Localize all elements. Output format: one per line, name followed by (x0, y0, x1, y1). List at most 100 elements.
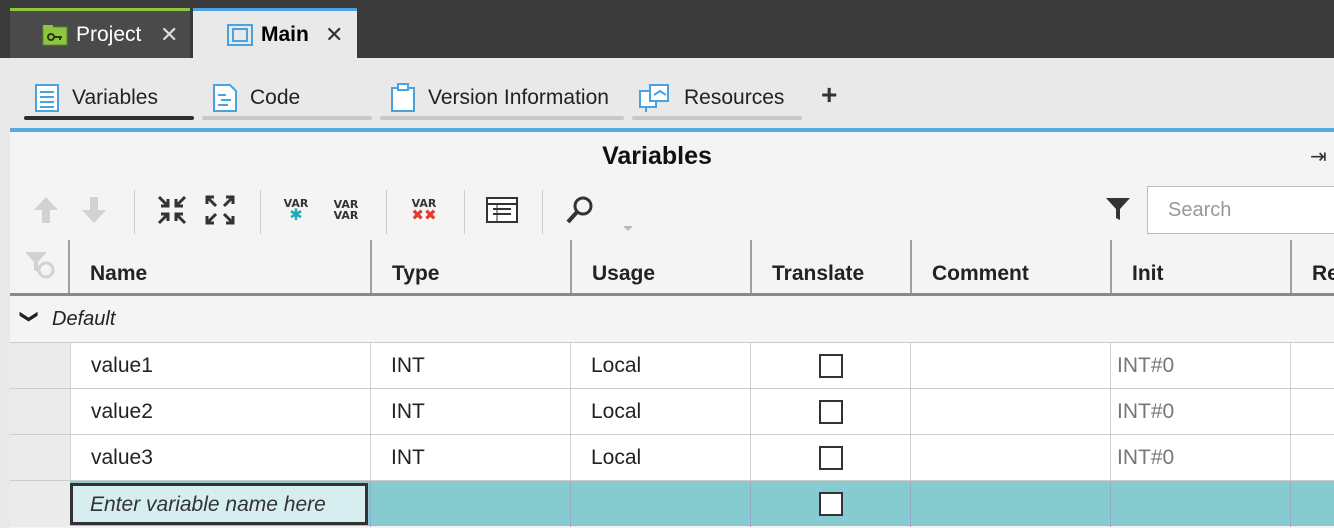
panel-title: Variables (602, 142, 712, 170)
chevron-down-icon[interactable]: ❯ (19, 309, 40, 324)
row-gutter[interactable] (10, 435, 70, 481)
filter-icon[interactable] (1105, 196, 1131, 227)
table-row[interactable]: value1 INT Local INT#0 (10, 342, 1334, 389)
table-row[interactable]: value2 INT Local INT#0 (10, 388, 1334, 435)
tab-project[interactable]: Project ✕ (10, 8, 190, 58)
search-input[interactable]: Search (1147, 186, 1334, 234)
translate-checkbox[interactable] (819, 354, 843, 378)
cell-retain[interactable] (1290, 435, 1334, 481)
cell-init[interactable]: INT#0 (1110, 435, 1290, 481)
reset-filter-icon[interactable] (24, 250, 56, 285)
cell-retain[interactable] (1290, 389, 1334, 435)
cell-comment[interactable] (910, 435, 1110, 481)
close-icon[interactable]: ✕ (325, 22, 343, 48)
cell-name[interactable]: value3 (70, 435, 370, 481)
cell-translate (750, 481, 910, 527)
cell-usage[interactable]: Local (570, 389, 750, 435)
cell-name[interactable]: value2 (70, 389, 370, 435)
toolbar-separator (260, 190, 261, 234)
pou-icon (227, 23, 253, 46)
move-down-button[interactable] (76, 192, 112, 228)
var-label: VAR (333, 209, 359, 222)
tab-main[interactable]: Main ✕ (193, 8, 357, 58)
cell-retain[interactable] (1290, 481, 1334, 527)
new-variable-name-input[interactable]: Enter variable name here (70, 483, 368, 525)
translate-checkbox[interactable] (819, 446, 843, 470)
tab-variables[interactable]: Variables (24, 78, 194, 120)
column-header-usage[interactable]: Usage (570, 240, 750, 293)
translate-checkbox[interactable] (819, 492, 843, 516)
project-folder-icon (42, 24, 68, 45)
move-up-button[interactable] (28, 192, 64, 228)
cell-type[interactable]: INT (370, 343, 570, 389)
expand-icon (205, 195, 235, 225)
resources-icon (639, 84, 669, 112)
cell-retain[interactable] (1290, 343, 1334, 389)
column-header-translate[interactable]: Translate (750, 240, 910, 293)
row-gutter[interactable] (10, 389, 70, 435)
cell-usage[interactable]: Local (570, 343, 750, 389)
magnifier-icon (566, 196, 593, 224)
column-header-comment[interactable]: Comment (910, 240, 1110, 293)
add-variable-button[interactable]: VAR ✱ (278, 192, 314, 228)
cell-name[interactable]: value1 (70, 343, 370, 389)
group-name: Default (52, 308, 116, 330)
expand-all-button[interactable] (202, 192, 238, 228)
group-row-default[interactable]: ❯ Default (10, 296, 1334, 342)
arrow-down-icon (82, 197, 106, 223)
find-button[interactable] (562, 192, 598, 228)
table-row[interactable]: value3 INT Local INT#0 (10, 434, 1334, 481)
new-variable-row[interactable]: Enter variable name here (10, 480, 1334, 527)
toolbar-separator (464, 190, 465, 234)
toolbar-separator (386, 190, 387, 234)
tab-code-label: Code (250, 86, 301, 109)
cell-init[interactable] (1110, 481, 1290, 527)
table-view-button[interactable] (484, 192, 520, 228)
tab-active-indicator (24, 116, 194, 120)
cell-usage[interactable] (570, 481, 750, 527)
cell-init[interactable]: INT#0 (1110, 389, 1290, 435)
tab-resources[interactable]: Resources (632, 78, 802, 120)
column-header-name[interactable]: Name (68, 240, 370, 293)
clipboard-icon (391, 83, 415, 112)
code-icon (213, 84, 237, 112)
translate-checkbox[interactable] (819, 400, 843, 424)
find-dropdown-icon[interactable] (622, 220, 634, 238)
cell-init[interactable]: INT#0 (1110, 343, 1290, 389)
tab-code[interactable]: Code (202, 78, 372, 120)
cell-comment[interactable] (910, 389, 1110, 435)
cell-type[interactable]: INT (370, 389, 570, 435)
add-tab-button[interactable]: + (821, 79, 837, 111)
add-multiple-variables-button[interactable]: VAR VAR (328, 192, 364, 228)
cell-type[interactable]: INT (370, 435, 570, 481)
toolbar-separator (134, 190, 135, 234)
row-gutter[interactable] (10, 481, 70, 527)
column-header-retain[interactable]: Re (1290, 240, 1334, 293)
variables-panel: Variables ⇥ VAR ✱ VAR VAR VAR ✖✖ Search … (10, 132, 1334, 528)
editor-tab-bar: Variables Code Version Information Resou… (0, 58, 1334, 128)
cell-translate (750, 389, 910, 435)
table-view-icon (486, 197, 518, 223)
collapse-icon (157, 195, 187, 225)
arrow-up-icon (34, 197, 58, 223)
grid-header: Name Type Usage Translate Comment Init R… (10, 240, 1334, 296)
row-gutter[interactable] (10, 343, 70, 389)
cell-comment[interactable] (910, 481, 1110, 527)
column-header-type[interactable]: Type (370, 240, 570, 293)
cell-type[interactable] (370, 481, 570, 527)
cell-usage[interactable]: Local (570, 435, 750, 481)
column-header-init[interactable]: Init (1110, 240, 1290, 293)
tab-main-label: Main (261, 22, 309, 46)
pin-icon[interactable]: ⇥ (1310, 144, 1327, 169)
cell-translate (750, 343, 910, 389)
collapse-all-button[interactable] (154, 192, 190, 228)
cell-comment[interactable] (910, 343, 1110, 389)
tab-indicator (380, 116, 624, 120)
tab-project-label: Project (76, 22, 142, 46)
close-icon[interactable]: ✕ (160, 22, 178, 48)
delete-variables-button[interactable]: VAR ✖✖ (406, 192, 442, 228)
document-tab-strip: Project ✕ Main ✕ (0, 0, 1334, 58)
tab-indicator (632, 116, 802, 120)
tab-version-information[interactable]: Version Information (380, 78, 624, 120)
variables-icon (35, 84, 59, 112)
